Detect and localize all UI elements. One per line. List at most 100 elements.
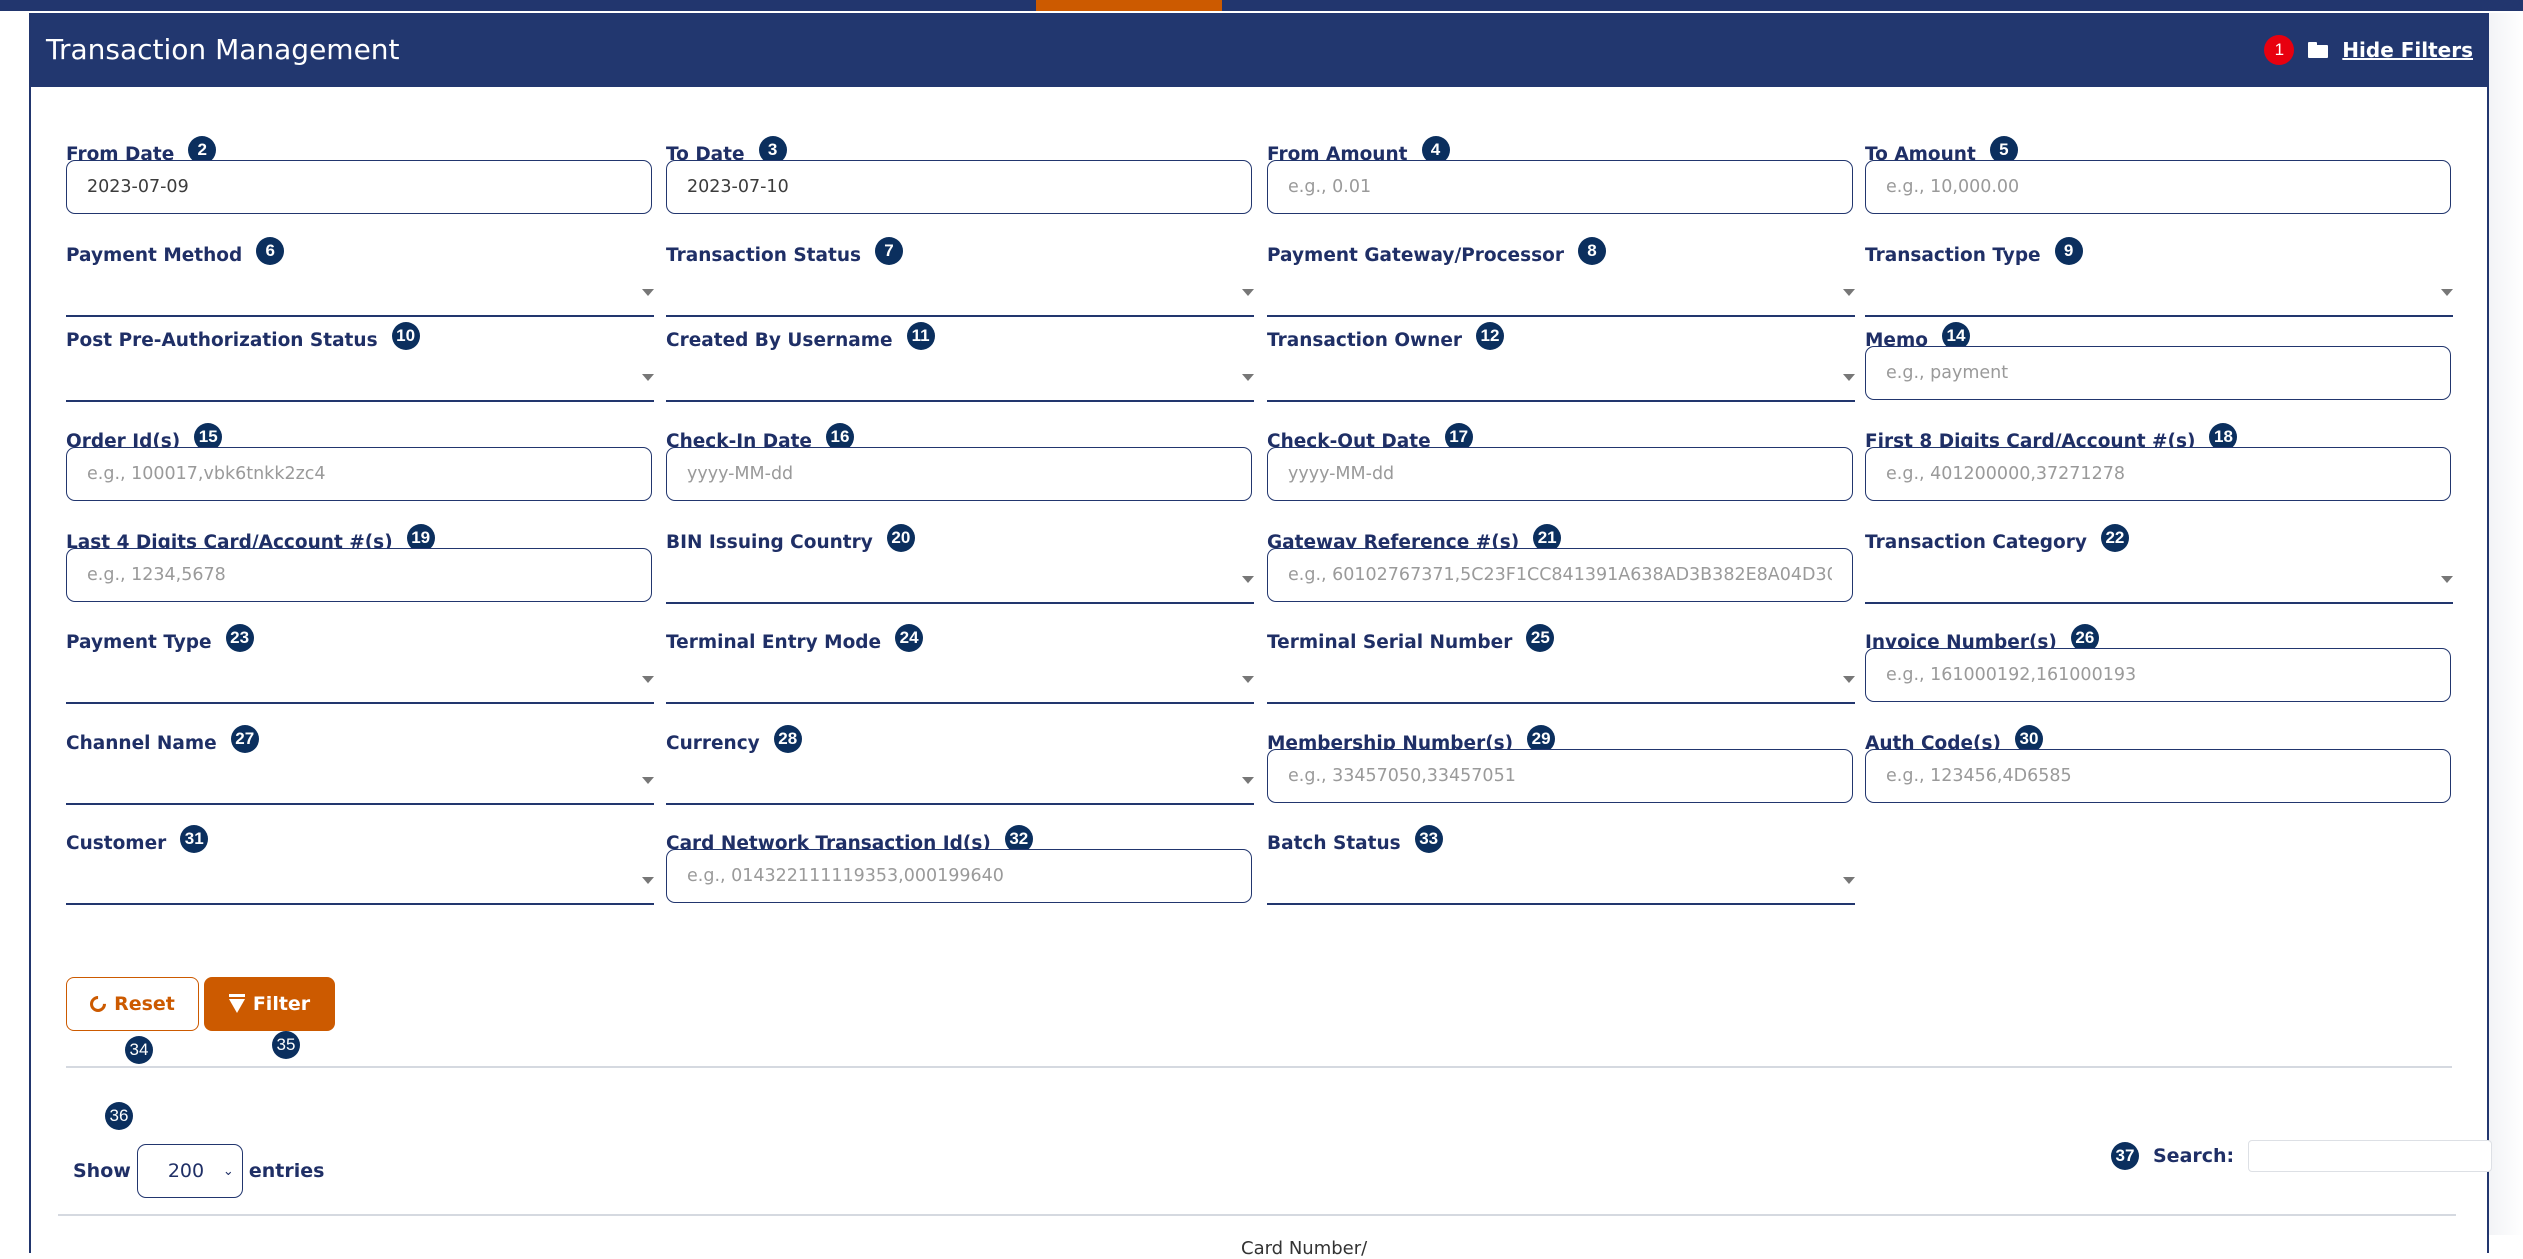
field-badge: 24 <box>895 624 924 652</box>
panel-header: Transaction Management 1 Hide Filters <box>31 13 2487 87</box>
gateway-reference-s-input[interactable] <box>1267 548 1853 602</box>
field-label-text: Currency <box>666 732 760 754</box>
caret-down-icon <box>642 877 654 884</box>
batch-status-select[interactable] <box>1267 865 1855 905</box>
reset-button[interactable]: Reset <box>66 977 199 1031</box>
field-label: Transaction Type 9 <box>1865 237 2083 269</box>
section-divider <box>66 1066 2452 1068</box>
field-badge: 33 <box>1414 825 1443 853</box>
field-label: BIN Issuing Country 20 <box>666 524 915 556</box>
field-label: Transaction Category 22 <box>1865 524 2129 556</box>
last-4-digits-card-account-s-input[interactable] <box>66 548 652 602</box>
payment-type-select[interactable] <box>66 664 654 704</box>
reset-badge: 34 <box>125 1036 153 1064</box>
auth-code-s-input[interactable] <box>1865 749 2451 803</box>
to-date-input[interactable] <box>666 160 1252 214</box>
field-badge: 11 <box>906 322 935 350</box>
field-label: Transaction Owner 12 <box>1267 322 1504 354</box>
transaction-status-select[interactable] <box>666 277 1254 317</box>
field-label: Batch Status 33 <box>1267 825 1443 857</box>
transaction-category-select[interactable] <box>1865 564 2453 604</box>
membership-number-s-input[interactable] <box>1267 749 1853 803</box>
memo-input[interactable] <box>1865 346 2451 400</box>
caret-down-icon <box>1242 576 1254 583</box>
currency-select[interactable] <box>666 765 1254 805</box>
search-badge: 37 <box>2111 1142 2139 1170</box>
transaction-type-select[interactable] <box>1865 277 2453 317</box>
customer-select[interactable] <box>66 865 654 905</box>
caret-down-icon <box>642 374 654 381</box>
first-8-digits-card-account-s-input[interactable] <box>1865 447 2451 501</box>
channel-name-select[interactable] <box>66 765 654 805</box>
card-network-transaction-id-s-input[interactable] <box>666 849 1252 903</box>
folder-icon[interactable] <box>2308 42 2329 58</box>
caret-down-icon <box>642 676 654 683</box>
payment-gateway-processor-select[interactable] <box>1267 277 1855 317</box>
caret-down-icon <box>1843 877 1855 884</box>
caret-down-icon <box>1843 676 1855 683</box>
payment-method-select[interactable] <box>66 277 654 317</box>
reset-label: Reset <box>114 993 175 1015</box>
field-badge: 27 <box>230 725 259 753</box>
field-badge: 23 <box>225 624 254 652</box>
caret-down-icon <box>2441 576 2453 583</box>
chevron-down-icon: ⌄ <box>222 1163 234 1179</box>
filter-badge: 35 <box>272 1031 300 1059</box>
field-badge: 22 <box>2100 524 2129 552</box>
caret-down-icon <box>1242 289 1254 296</box>
length-badge: 36 <box>105 1102 133 1130</box>
from-amount-input[interactable] <box>1267 160 1853 214</box>
transaction-owner-select[interactable] <box>1267 362 1855 402</box>
invoice-number-s-input[interactable] <box>1865 648 2451 702</box>
field-label-text: Payment Type <box>66 631 212 653</box>
funnel-icon <box>228 994 245 1013</box>
field-label: Transaction Status 7 <box>666 237 904 269</box>
field-badge: 31 <box>180 825 209 853</box>
table-search-input[interactable] <box>2248 1140 2493 1172</box>
field-badge: 20 <box>886 524 915 552</box>
field-label: Terminal Entry Mode 24 <box>666 624 924 656</box>
bin-issuing-country-select[interactable] <box>666 564 1254 604</box>
filter-button[interactable]: Filter <box>204 977 335 1031</box>
filter-label: Filter <box>252 993 311 1015</box>
field-badge: 9 <box>2054 237 2083 265</box>
check-in-date-input[interactable] <box>666 447 1252 501</box>
from-date-input[interactable] <box>66 160 652 214</box>
terminal-entry-mode-select[interactable] <box>666 664 1254 704</box>
field-badge: 7 <box>875 237 904 265</box>
created-by-username-select[interactable] <box>666 362 1254 402</box>
field-label-text: Payment Method <box>66 244 243 266</box>
caret-down-icon <box>642 289 654 296</box>
entries-select[interactable]: 200 ⌄ <box>136 1144 243 1198</box>
field-label-text: Channel Name <box>66 732 217 754</box>
field-label-text: Payment Gateway/Processor <box>1267 244 1564 266</box>
field-label-text: BIN Issuing Country <box>666 531 873 553</box>
field-label: Payment Method 6 <box>66 237 285 269</box>
field-label-text: Batch Status <box>1267 832 1401 854</box>
caret-down-icon <box>642 777 654 784</box>
to-amount-input[interactable] <box>1865 160 2451 214</box>
caret-down-icon <box>1843 374 1855 381</box>
field-label: Payment Gateway/Processor 8 <box>1267 237 1606 269</box>
caret-down-icon <box>1242 777 1254 784</box>
field-label: Created By Username 11 <box>666 322 935 354</box>
table-column-header[interactable]: Card Number/ <box>1241 1238 1367 1259</box>
field-badge: 25 <box>1526 624 1555 652</box>
check-out-date-input[interactable] <box>1267 447 1853 501</box>
post-pre-authorization-status-select[interactable] <box>66 362 654 402</box>
field-label-text: Post Pre-Authorization Status <box>66 329 378 351</box>
field-label-text: Customer <box>66 832 167 854</box>
entries-length-control: Show 200 ⌄ entries <box>73 1144 324 1198</box>
notification-badge: 1 <box>2264 35 2295 65</box>
entries-value: 200 <box>167 1160 205 1182</box>
field-badge: 12 <box>1476 322 1504 350</box>
field-label-text: Transaction Status <box>666 244 862 266</box>
order-id-s-input[interactable] <box>66 447 652 501</box>
field-badge: 8 <box>1577 237 1606 265</box>
terminal-serial-number-select[interactable] <box>1267 664 1855 704</box>
field-label: Currency 28 <box>666 725 802 757</box>
table-top-divider <box>58 1214 2456 1216</box>
field-label: Post Pre-Authorization Status 10 <box>66 322 420 354</box>
active-nav-tab[interactable] <box>1036 0 1222 11</box>
hide-filters-link[interactable]: Hide Filters <box>2342 38 2473 62</box>
